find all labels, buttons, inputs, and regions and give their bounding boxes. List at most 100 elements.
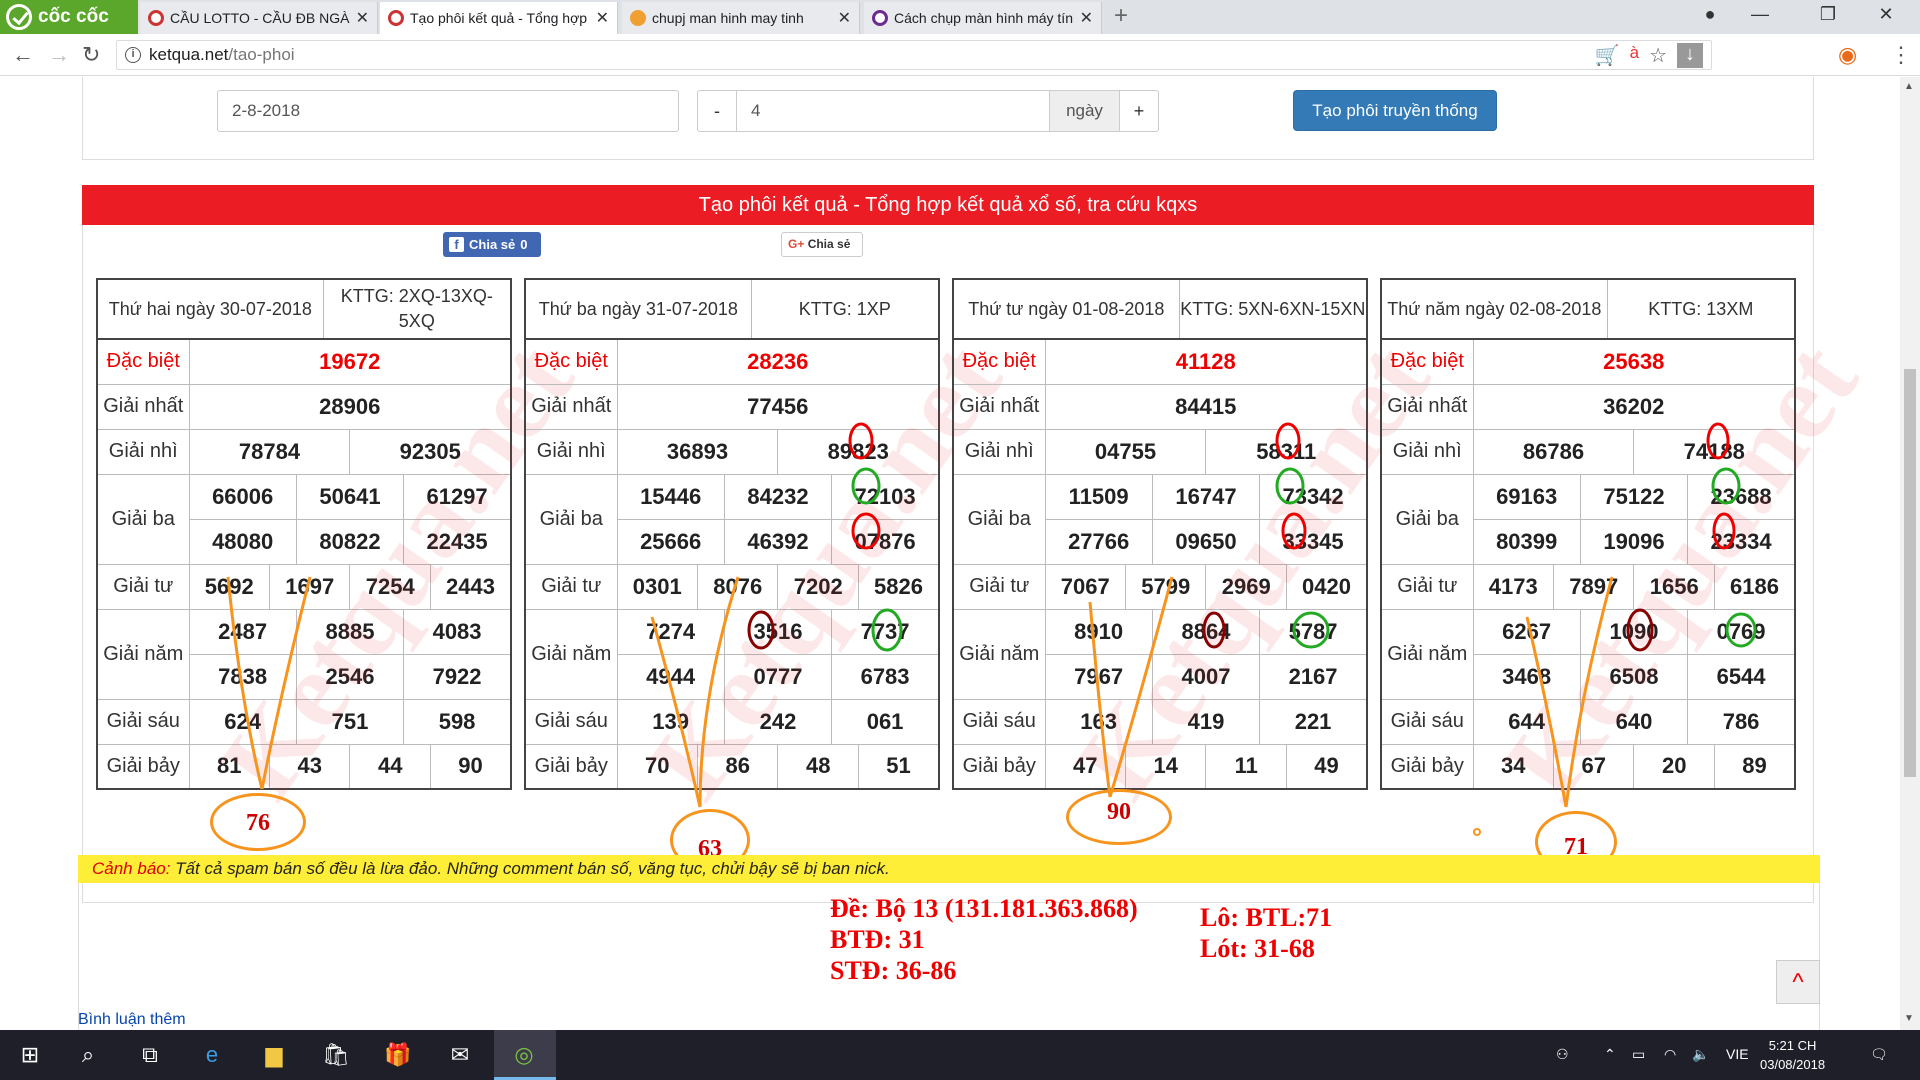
result-row: Giải tư 4173 7897 1656 6186: [1380, 563, 1796, 610]
create-template-button[interactable]: Tạo phôi truyền thống: [1293, 90, 1497, 131]
prize-number: 0301: [616, 563, 698, 610]
prize-label: Giải tư: [96, 563, 190, 610]
prize-number: 0769: [1687, 608, 1796, 655]
result-row: Giải bảy 34 67 20 89: [1380, 743, 1796, 790]
notifications-icon[interactable]: 🗨: [1870, 1046, 1888, 1063]
facebook-share-button[interactable]: f Chia sẻ 0: [443, 232, 541, 257]
forward-arrow-icon[interactable]: →: [48, 42, 70, 68]
wifi-icon[interactable]: ◠: [1664, 1046, 1676, 1063]
edge-browser-icon[interactable]: e: [196, 1039, 228, 1071]
back-to-top-button[interactable]: ^: [1776, 960, 1820, 1004]
result-row: Giải bảy 70 86 48 51: [524, 743, 940, 790]
google-plus-share-button[interactable]: G+ Chia sẻ: [781, 232, 863, 257]
result-row: Đặc biệt 28236: [524, 338, 940, 385]
prize-number: 19096: [1579, 518, 1689, 565]
tab-cau-lotto[interactable]: CẦU LOTTO - CẦU ĐB NGÀY ✕: [140, 2, 378, 34]
result-row: Giải năm 6267 1090 0769: [1380, 608, 1796, 700]
close-tab-icon[interactable]: ✕: [356, 8, 369, 28]
prize-number: 84232: [723, 473, 833, 520]
result-row: Giải nhất 28906: [96, 383, 512, 430]
new-tab-icon[interactable]: +: [1114, 2, 1128, 30]
prize-number: 8885: [295, 608, 405, 655]
clock-time: 5:21 CH: [1768, 1038, 1817, 1053]
prize-number: 22435: [403, 518, 512, 565]
site-favicon-icon: [872, 10, 888, 26]
close-tab-icon[interactable]: ✕: [596, 8, 609, 28]
prize-number: 92305: [349, 428, 512, 475]
tray-expand-icon[interactable]: ⌃: [1604, 1046, 1616, 1063]
minimize-icon[interactable]: —: [1740, 4, 1780, 25]
brand-name: cốc cốc: [38, 6, 109, 27]
prize-number: 6508: [1579, 653, 1689, 700]
prize-number: 0777: [723, 653, 833, 700]
coccoc-menu-button[interactable]: cốc cốc: [0, 0, 138, 34]
scroll-thumb[interactable]: [1904, 369, 1916, 777]
prize-number: 2443: [429, 563, 512, 610]
decrement-button[interactable]: -: [698, 91, 736, 131]
more-comments-link[interactable]: Bình luận thêm: [78, 1011, 186, 1029]
task-view-icon[interactable]: ⧉: [134, 1039, 166, 1071]
tab-title: chupj man hinh may tinh: [652, 10, 804, 26]
result-row: Giải nhất 77456: [524, 383, 940, 430]
extension-icon[interactable]: ◉: [1838, 42, 1857, 68]
search-icon[interactable]: ⌕: [72, 1039, 104, 1071]
scroll-down-icon[interactable]: ▼: [1904, 1013, 1914, 1024]
prize-number: 23688: [1687, 473, 1796, 520]
tab-cach-chup[interactable]: Cách chụp màn hình máy tính ✕: [864, 2, 1102, 34]
prize-number: 70: [616, 743, 698, 790]
increment-button[interactable]: +: [1120, 91, 1158, 131]
shopping-cart-icon[interactable]: 🛒: [1595, 43, 1620, 68]
people-icon[interactable]: ⚇: [1556, 1046, 1569, 1063]
store-icon[interactable]: 🛍: [320, 1039, 352, 1071]
kttg-code: KTTG: 13XM: [1606, 278, 1796, 340]
close-tab-icon[interactable]: ✕: [838, 8, 851, 28]
file-explorer-icon[interactable]: ▆: [258, 1039, 290, 1071]
prize-number: 75122: [1579, 473, 1689, 520]
volume-icon[interactable]: 🔈: [1692, 1046, 1709, 1063]
profile-icon[interactable]: ●: [1690, 4, 1730, 25]
prize-number: 751: [295, 698, 405, 745]
facebook-share-count: 0: [520, 237, 528, 252]
close-tab-icon[interactable]: ✕: [1080, 8, 1093, 28]
prize-number: 4083: [403, 608, 512, 655]
bookmark-star-icon[interactable]: ☆: [1649, 43, 1667, 68]
back-arrow-icon[interactable]: ←: [12, 42, 34, 68]
close-window-icon[interactable]: ✕: [1866, 4, 1906, 25]
date-input[interactable]: 2-8-2018: [217, 90, 679, 132]
address-bar[interactable]: i ketqua.net/tao-phoi 🛒 à ☆ ↓: [116, 40, 1712, 70]
coccoc-logo-icon: [6, 4, 32, 30]
prize-number: 786: [1687, 698, 1796, 745]
dictionary-icon[interactable]: à: [1630, 43, 1639, 68]
prize-number: 4007: [1151, 653, 1261, 700]
prize-label: Giải ba: [1380, 473, 1474, 565]
tab-tao-phoi[interactable]: Tạo phôi kết quả - Tổng hợp ✕: [380, 2, 618, 34]
reload-icon[interactable]: ↻: [82, 42, 100, 68]
scroll-up-icon[interactable]: ▲: [1904, 81, 1914, 92]
restore-icon[interactable]: ❐: [1808, 4, 1848, 25]
coccoc-taskbar-icon[interactable]: ◎: [508, 1039, 540, 1071]
menu-icon[interactable]: ⋮: [1890, 42, 1912, 68]
result-row: Giải năm 7274 3516 7737: [524, 608, 940, 700]
system-clock[interactable]: 5:21 CH 03/08/2018: [1760, 1036, 1825, 1074]
result-row: Giải sáu 163 419 221: [952, 698, 1368, 745]
gift-app-icon[interactable]: 🎁: [382, 1039, 414, 1071]
site-info-icon[interactable]: i: [125, 47, 141, 63]
days-input[interactable]: 4: [736, 91, 1050, 131]
result-row: Giải nhì 86786 74188: [1380, 428, 1796, 475]
page-scrollbar[interactable]: ▲ ▼: [1900, 77, 1920, 1030]
prize-number: 5799: [1124, 563, 1207, 610]
result-row: Giải năm 2487 8885 4083: [96, 608, 512, 700]
battery-icon[interactable]: ▭: [1632, 1046, 1645, 1063]
prize-number: 1697: [268, 563, 351, 610]
prize-number: 11: [1205, 743, 1287, 790]
mail-icon[interactable]: ✉: [444, 1039, 476, 1071]
windows-start-icon[interactable]: ⊞: [14, 1039, 46, 1071]
prize-label: Giải sáu: [1380, 698, 1474, 745]
prize-number: 5787: [1259, 608, 1368, 655]
language-indicator[interactable]: VIE: [1726, 1046, 1749, 1062]
download-icon[interactable]: ↓: [1677, 43, 1703, 68]
prize-number: 640: [1579, 698, 1689, 745]
tab-chup-man-hinh[interactable]: chupj man hinh may tinh ✕: [622, 2, 860, 34]
prize-label: Giải sáu: [524, 698, 618, 745]
prize-label: Giải ba: [96, 473, 190, 565]
